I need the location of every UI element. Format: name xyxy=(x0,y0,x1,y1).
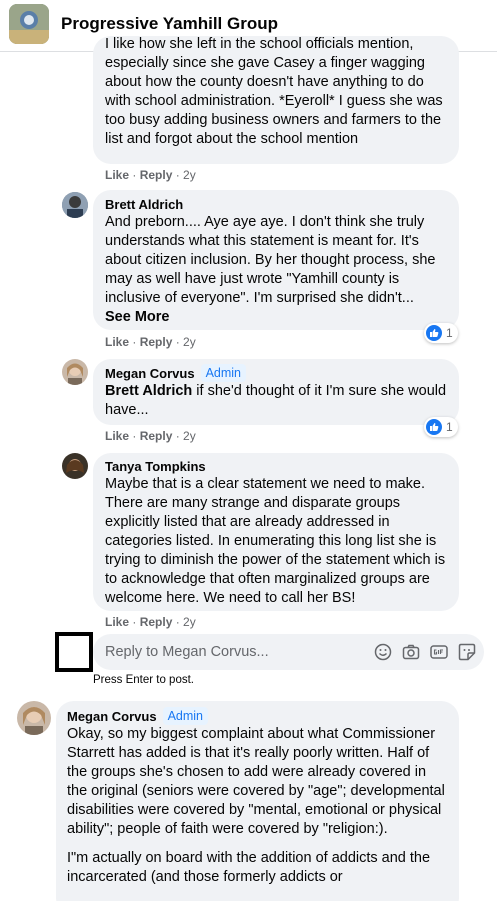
comment-text: I"m actually on board with the addition … xyxy=(67,850,431,885)
mention-link[interactable]: Brett Aldrich xyxy=(105,383,192,399)
avatar[interactable] xyxy=(62,453,88,479)
comment-time[interactable]: 2y xyxy=(183,168,196,182)
reply-link[interactable]: Reply xyxy=(140,429,173,443)
comment-text: Maybe that is a clear statement we need … xyxy=(105,476,446,606)
reaction-count: 1 xyxy=(446,326,453,340)
group-avatar[interactable] xyxy=(9,4,49,44)
reply-link[interactable]: Reply xyxy=(140,168,173,182)
comment-author-row: Megan Corvus Admin xyxy=(67,707,448,725)
gif-icon[interactable] xyxy=(430,643,448,661)
comment-bubble: Megan Corvus Admin Okay, so my biggest c… xyxy=(56,701,459,901)
comment-bubble: Brett Aldrich And preborn.... Aye aye ay… xyxy=(93,190,459,330)
comment-text: I like how she left in the school offici… xyxy=(105,36,443,147)
comment-text: Brett Aldrich if she'd thought of it I'm… xyxy=(105,382,447,420)
like-link[interactable]: Like xyxy=(105,615,129,629)
avatar[interactable] xyxy=(17,701,51,735)
admin-badge: Admin xyxy=(162,707,209,725)
comment-actions: Like · Reply · 2y xyxy=(105,168,196,182)
comment-bubble: Megan Corvus Admin Brett Aldrich if she'… xyxy=(93,359,459,425)
comment-author[interactable]: Megan Corvus xyxy=(105,365,195,382)
see-more-link[interactable]: See More xyxy=(105,308,447,327)
current-user-avatar xyxy=(55,632,93,672)
comment-author[interactable]: Brett Aldrich xyxy=(105,196,447,213)
comment-time[interactable]: 2y xyxy=(183,615,196,629)
group-title[interactable]: Progressive Yamhill Group xyxy=(61,14,278,34)
comment-text: And preborn.... Aye aye aye. I don't thi… xyxy=(105,214,436,306)
reply-box xyxy=(93,634,484,670)
press-enter-hint: Press Enter to post. xyxy=(93,674,194,686)
reply-link[interactable]: Reply xyxy=(140,335,173,349)
camera-icon[interactable] xyxy=(402,643,420,661)
like-link[interactable]: Like xyxy=(105,168,129,182)
reply-link[interactable]: Reply xyxy=(140,615,173,629)
comment-author[interactable]: Megan Corvus xyxy=(67,708,157,725)
avatar[interactable] xyxy=(62,192,88,218)
like-link[interactable]: Like xyxy=(105,335,129,349)
comment-time[interactable]: 2y xyxy=(183,335,196,349)
comment-text: Okay, so my biggest complaint about what… xyxy=(67,726,445,837)
like-link[interactable]: Like xyxy=(105,429,129,443)
like-reaction-icon xyxy=(426,419,442,435)
reply-input[interactable] xyxy=(105,634,365,670)
emoji-icon[interactable] xyxy=(374,643,392,661)
reaction-badge[interactable]: 1 xyxy=(424,323,458,343)
comment-author[interactable]: Tanya Tompkins xyxy=(105,458,447,475)
comment-actions: Like · Reply · 2y xyxy=(105,615,196,629)
admin-badge: Admin xyxy=(200,364,247,382)
reaction-count: 1 xyxy=(446,420,453,434)
avatar[interactable] xyxy=(62,359,88,385)
reaction-badge[interactable]: 1 xyxy=(424,417,458,437)
sticker-icon[interactable] xyxy=(458,643,476,661)
like-reaction-icon xyxy=(426,325,442,341)
comment-actions: Like · Reply · 2y xyxy=(105,429,196,443)
comment-bubble: Tanya Tompkins Maybe that is a clear sta… xyxy=(93,453,459,611)
comment-bubble: I like how she left in the school offici… xyxy=(93,36,459,164)
comment-actions: Like · Reply · 2y xyxy=(105,335,196,349)
comment-time[interactable]: 2y xyxy=(183,429,196,443)
comment-author-row: Megan Corvus Admin xyxy=(105,364,447,382)
